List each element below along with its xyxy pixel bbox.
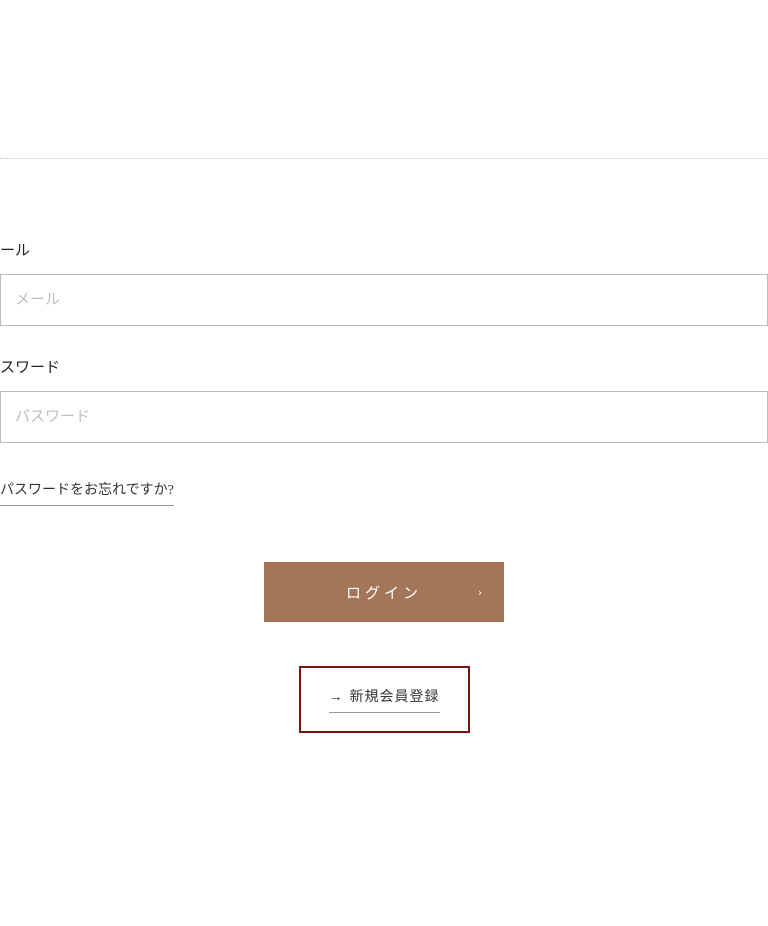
- password-label: スワード: [0, 356, 768, 377]
- login-button[interactable]: ログイン ›: [264, 562, 504, 622]
- chevron-right-icon: ›: [478, 585, 482, 600]
- register-link-label: 新規会員登録: [350, 690, 440, 705]
- password-field-group: スワード: [0, 356, 768, 443]
- forgot-password-link[interactable]: パスワードをお忘れですか?: [0, 479, 174, 506]
- email-input[interactable]: [0, 274, 768, 326]
- section-divider: [0, 158, 768, 159]
- login-form: ール スワード パスワードをお忘れですか? ログイン › → 新規会員登録: [0, 239, 768, 733]
- register-link[interactable]: → 新規会員登録: [329, 686, 440, 713]
- email-label: ール: [0, 239, 768, 260]
- password-input[interactable]: [0, 391, 768, 443]
- register-highlight-box: → 新規会員登録: [299, 666, 470, 733]
- arrow-right-icon: →: [329, 690, 344, 705]
- register-section: → 新規会員登録: [0, 666, 768, 733]
- email-field-group: ール: [0, 239, 768, 326]
- login-button-label: ログイン: [346, 582, 422, 603]
